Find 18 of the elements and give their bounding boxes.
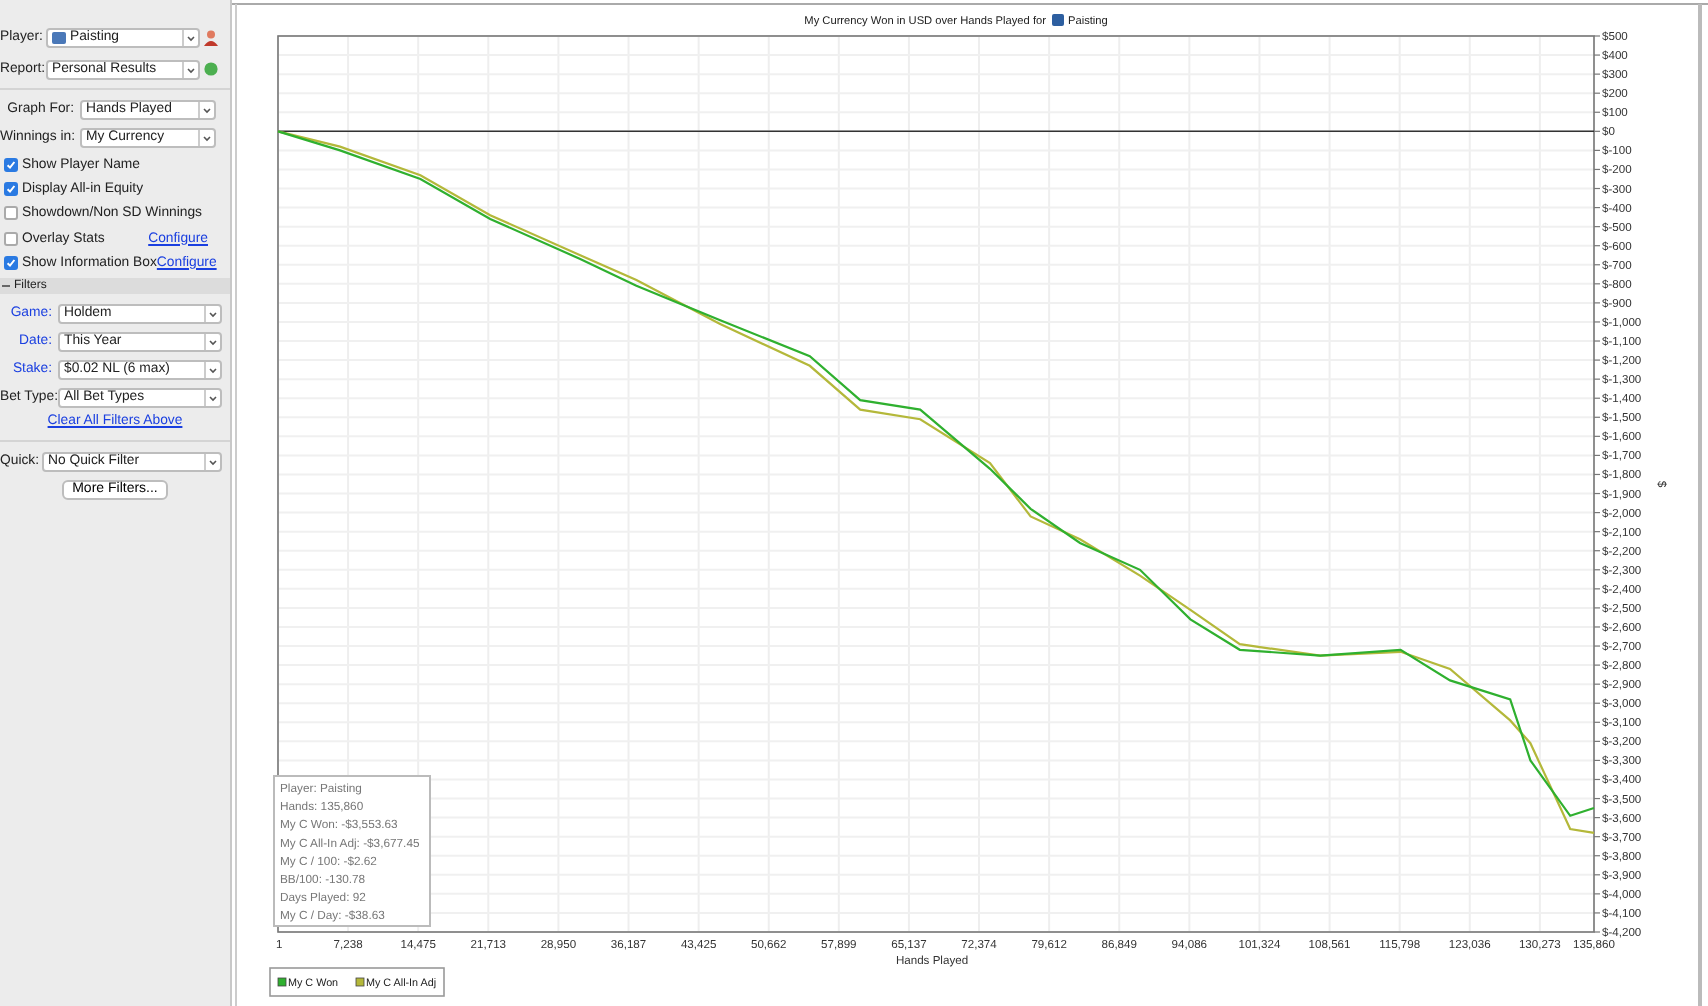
caret-icon bbox=[198, 129, 214, 145]
checkbox[interactable] bbox=[4, 206, 18, 221]
checkbox[interactable] bbox=[4, 255, 18, 270]
caret-icon bbox=[204, 453, 220, 470]
player-icon bbox=[1052, 14, 1064, 26]
caret-icon bbox=[204, 305, 220, 322]
player-icon bbox=[52, 31, 66, 43]
caret-icon bbox=[204, 361, 220, 378]
caret-icon bbox=[198, 101, 214, 117]
caret-icon bbox=[204, 333, 220, 350]
caret-icon bbox=[182, 61, 198, 77]
caret-icon bbox=[182, 29, 198, 45]
checkbox[interactable] bbox=[4, 181, 18, 196]
refresh-icon[interactable] bbox=[204, 62, 218, 76]
caret-icon bbox=[204, 389, 220, 406]
checkbox[interactable] bbox=[4, 157, 18, 172]
checkbox[interactable] bbox=[4, 231, 18, 246]
person-icon[interactable] bbox=[204, 29, 218, 45]
